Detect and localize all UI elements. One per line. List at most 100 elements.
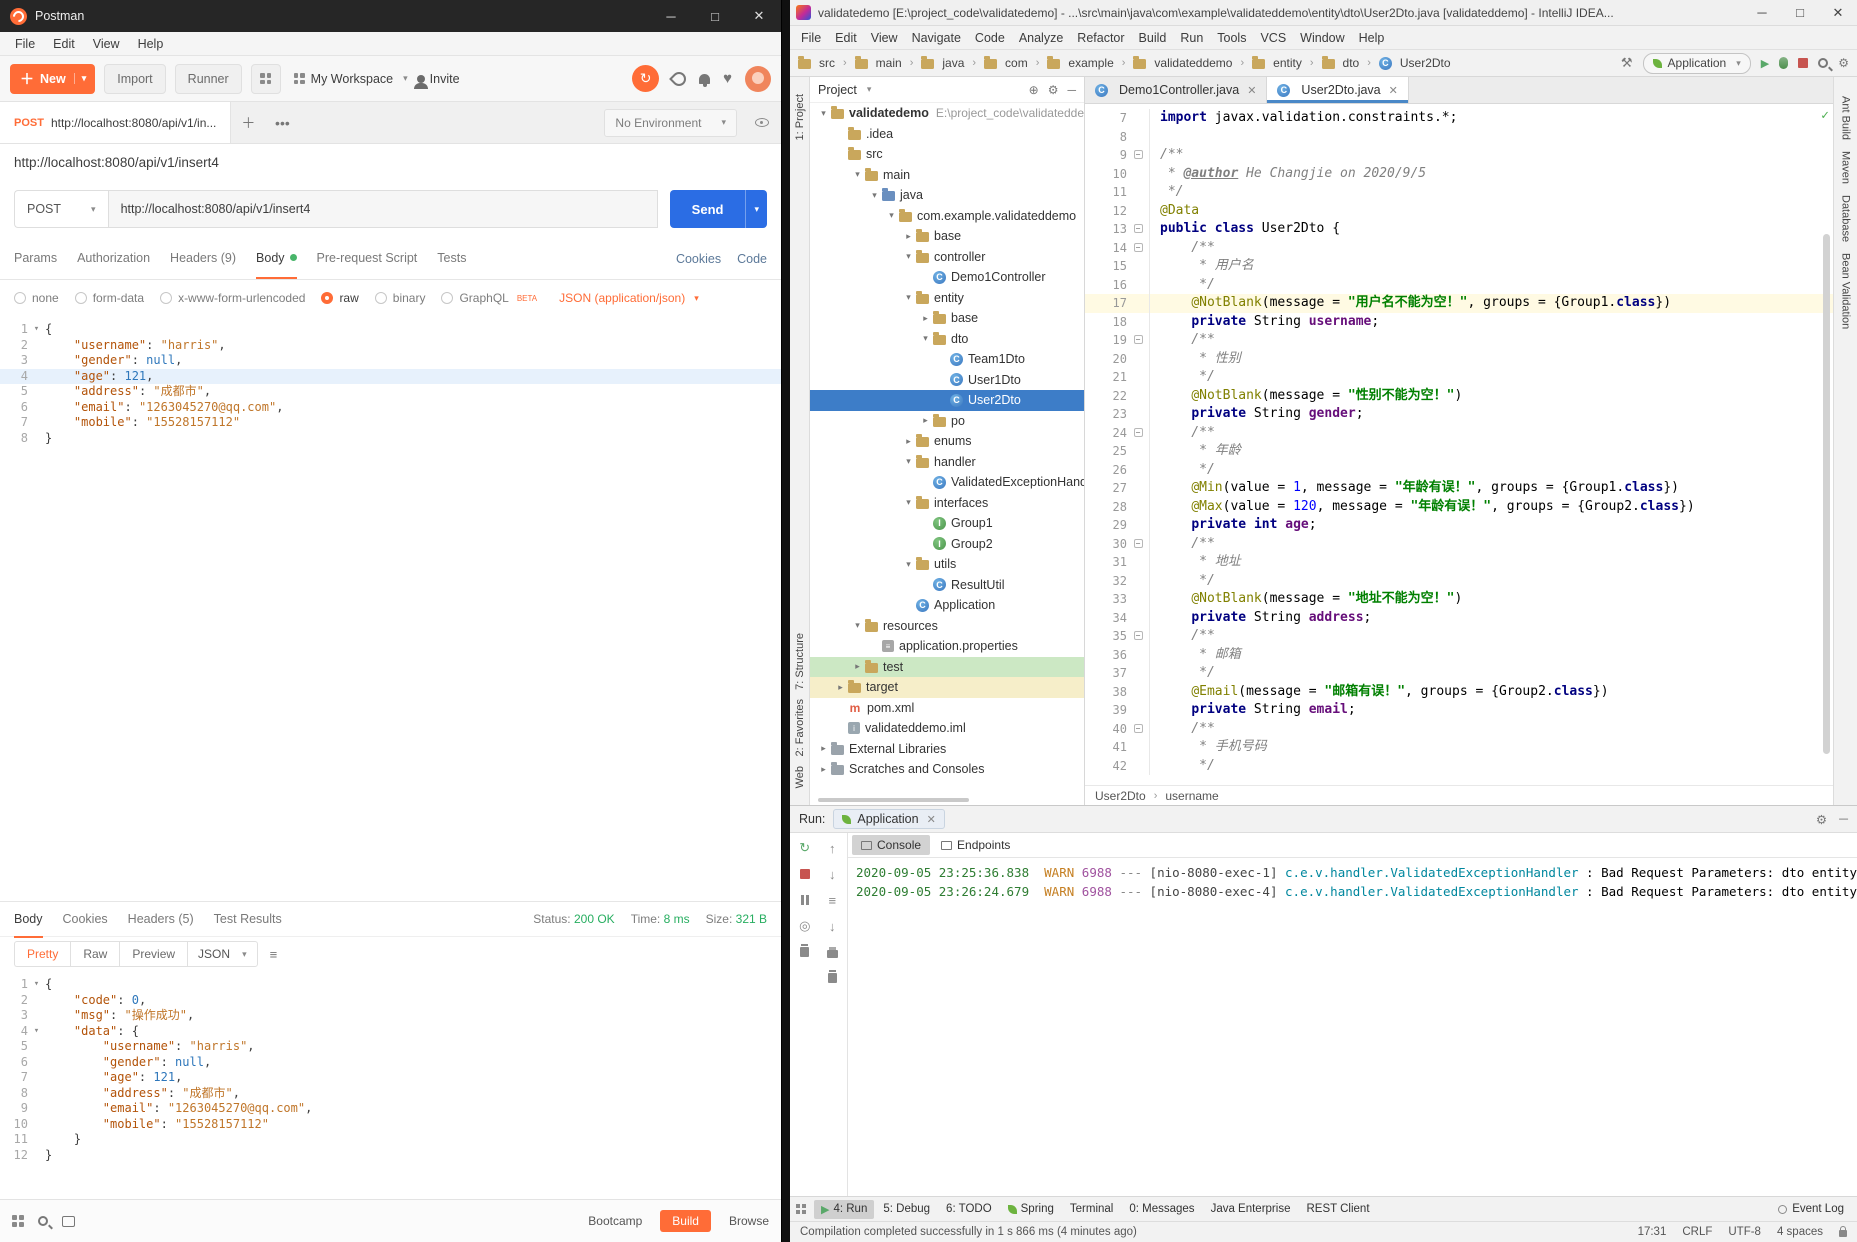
workspace-selector[interactable]: My Workspace ▾ [293, 72, 408, 86]
tree-item--idea[interactable]: .idea [810, 124, 1084, 145]
fold-box-icon[interactable]: − [1133, 538, 1143, 548]
tree-item-user1dto[interactable]: C User1Dto [810, 370, 1084, 391]
toolwindow-button-0-messages[interactable]: 0: Messages [1122, 1200, 1201, 1219]
toolwindow-button-java-enterprise[interactable]: Java Enterprise [1204, 1200, 1298, 1219]
fold-caret-icon[interactable] [28, 338, 45, 354]
breadcrumb-src[interactable]: src [798, 56, 835, 70]
event-log-button[interactable]: Event Log [1771, 1200, 1851, 1218]
fold-box-icon[interactable]: − [1133, 631, 1143, 640]
lock-icon[interactable] [1839, 1226, 1847, 1237]
fold-caret-icon[interactable] [28, 1101, 45, 1117]
toolwindow-button-5-debug[interactable]: 5: Debug [876, 1200, 937, 1219]
tree-item-po[interactable]: ▸ po [810, 411, 1084, 432]
tree-arrow-icon[interactable]: ▾ [867, 190, 882, 201]
tree-item-demo1controller[interactable]: C Demo1Controller [810, 267, 1084, 288]
fold-caret-icon[interactable] [28, 1148, 45, 1164]
clear-all-button[interactable] [827, 970, 837, 985]
menu-edit[interactable]: Edit [44, 37, 84, 51]
toolwindow-switcher-icon[interactable] [796, 1204, 806, 1214]
tree-item-resultutil[interactable]: C ResultUtil [810, 575, 1084, 596]
stop-button[interactable] [799, 867, 810, 881]
tree-arrow-icon[interactable]: ▾ [918, 333, 933, 344]
pause-output-button[interactable] [800, 893, 809, 907]
run-tab-application[interactable]: Application ✕ [833, 809, 945, 829]
code-editor[interactable]: 7 import javax.validation.constraints.*; 8… [1085, 104, 1833, 785]
tree-item-base[interactable]: ▸ base [810, 308, 1084, 329]
fold-caret-icon[interactable] [28, 1039, 45, 1055]
debug-button[interactable] [1779, 57, 1789, 69]
build-button[interactable]: Build [660, 1210, 711, 1232]
fold-caret-icon[interactable] [28, 1117, 45, 1133]
tree-item-user2dto[interactable]: C User2Dto [810, 390, 1084, 411]
tree-arrow-icon[interactable]: ▾ [901, 559, 916, 570]
tree-arrow-icon[interactable]: ▾ [901, 497, 916, 508]
tree-item-entity[interactable]: ▾ entity [810, 288, 1084, 309]
tree-item-validatedexceptionhandler[interactable]: CValidatedExceptionHandler [810, 472, 1084, 493]
fold-box-icon[interactable]: − [1133, 427, 1143, 437]
run-configuration-select[interactable]: Application ▾ [1642, 52, 1751, 74]
fold-box-icon[interactable]: − [1133, 224, 1143, 233]
notifications-bell-icon[interactable] [699, 73, 711, 87]
menu-file[interactable]: File [6, 37, 44, 51]
runner-button[interactable]: Runner [174, 63, 242, 94]
tree-item-test[interactable]: ▸ test [810, 656, 1084, 677]
hide-panel-icon[interactable]: ─ [1839, 812, 1848, 826]
request-tab-pre-request-script[interactable]: Pre-request Script [317, 238, 418, 279]
cookies-link[interactable]: Cookies [676, 252, 721, 266]
method-select[interactable]: POST ▾ [14, 190, 108, 228]
heart-icon[interactable]: ♥ [723, 70, 732, 87]
console-icon[interactable] [62, 1215, 75, 1227]
menu-analyze[interactable]: Analyze [1012, 31, 1070, 45]
fold-caret-icon[interactable]: ▾ [28, 1024, 45, 1040]
menu-code[interactable]: Code [968, 31, 1012, 45]
toolwindow-stripe-maven[interactable]: Maven [1840, 151, 1852, 184]
satellite-icon[interactable] [669, 68, 689, 89]
search-icon[interactable] [38, 1216, 48, 1226]
tree-item-validatedemo[interactable]: ▾ validatedemo E:\project_code\validatedde… [810, 103, 1084, 124]
breadcrumb-com[interactable]: com [984, 56, 1028, 70]
request-body-editor[interactable]: 1 ▾{2 "username": "harris", 3 "gender": nu… [0, 316, 781, 901]
console-tab-console[interactable]: Console [852, 835, 931, 855]
menu-help[interactable]: Help [1352, 31, 1392, 45]
toolwindow-stripe-bean-validation[interactable]: Bean Validation [1840, 253, 1852, 329]
tree-arrow-icon[interactable]: ▸ [816, 743, 831, 754]
menu-navigate[interactable]: Navigate [905, 31, 968, 45]
response-tab-headers-5-[interactable]: Headers (5) [128, 902, 194, 938]
body-mode-form-data[interactable]: form-data [74, 291, 144, 305]
tree-item-main[interactable]: ▾ main [810, 165, 1084, 186]
hide-panel-icon[interactable]: ─ [1067, 83, 1076, 97]
tree-arrow-icon[interactable]: ▸ [850, 661, 865, 672]
fold-caret-icon[interactable] [28, 1055, 45, 1071]
toolwindow-stripe-1-project[interactable]: 1: Project [794, 94, 806, 140]
settings-gear-icon[interactable]: ⚙ [1048, 83, 1059, 97]
tree-arrow-icon[interactable]: ▾ [901, 251, 916, 262]
tree-item-external-libraries[interactable]: ▸ External Libraries [810, 739, 1084, 760]
tree-arrow-icon[interactable]: ▾ [884, 210, 899, 221]
fold-box-icon[interactable]: − [1133, 242, 1143, 252]
response-tab-test-results[interactable]: Test Results [214, 902, 282, 938]
fold-box-icon[interactable]: − [1133, 150, 1143, 159]
sync-status-icon[interactable]: ↻ [632, 65, 660, 92]
menu-help[interactable]: Help [129, 37, 173, 51]
menu-file[interactable]: File [794, 31, 828, 45]
minimize-button[interactable]: ─ [649, 0, 693, 32]
fold-caret-icon[interactable] [28, 369, 45, 385]
breadcrumb-example[interactable]: example [1047, 56, 1114, 70]
tree-item-com-example-validateddemo[interactable]: ▾ com.example.validateddemo [810, 206, 1084, 227]
tree-arrow-icon[interactable]: ▸ [918, 415, 933, 426]
view-raw[interactable]: Raw [70, 941, 120, 967]
tab-options-button[interactable]: ••• [265, 102, 299, 143]
run-button[interactable]: ▶ [1761, 57, 1769, 70]
close-icon[interactable]: ✕ [1389, 84, 1398, 97]
tree-item-scratches-and-consoles[interactable]: ▸ Scratches and Consoles [810, 759, 1084, 780]
toolwindow-button-4-run[interactable]: ▶ 4: Run [814, 1199, 875, 1219]
environment-preview-eye-icon[interactable] [755, 118, 769, 127]
import-button[interactable]: Import [104, 63, 166, 94]
body-mode-binary[interactable]: binary [374, 291, 425, 305]
stop-button[interactable] [1798, 58, 1809, 68]
tree-arrow-icon[interactable]: ▾ [901, 456, 916, 467]
breadcrumb-validateddemo[interactable]: validateddemo [1133, 56, 1232, 70]
down-stack-button[interactable]: ↓ [829, 867, 836, 882]
tree-item-utils[interactable]: ▾ utils [810, 554, 1084, 575]
bootcamp-button[interactable]: Bootcamp [588, 1214, 642, 1228]
